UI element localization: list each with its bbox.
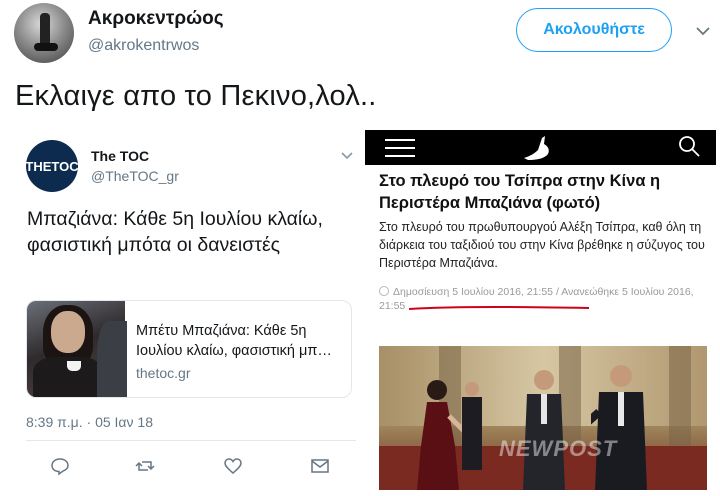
author-name[interactable]: Ακροκεντρώος — [88, 8, 224, 30]
follow-button[interactable]: Ακολουθήστε — [516, 8, 672, 52]
link-preview-domain: thetoc.gr — [136, 365, 191, 381]
envelope-icon — [311, 459, 329, 473]
heart-icon — [224, 458, 242, 474]
photo-man-background — [462, 382, 482, 470]
article-body: Στο πλευρό του πρωθυπουργού Αλέξη Τσίπρα… — [379, 220, 705, 270]
retweet-icon — [135, 461, 155, 471]
reply-icon — [51, 458, 69, 476]
link-preview-card: Μπέτυ Μπαζιάνα: Κάθε 5η Ιουλίου κλαίω, φ… — [26, 300, 352, 398]
toc-logo: THETOC — [25, 140, 79, 192]
article-photo: NEWPOST — [379, 346, 707, 490]
clock-icon — [379, 286, 389, 296]
photo-man-center — [523, 370, 565, 490]
search-icon — [679, 136, 700, 157]
link-preview-title: Μπέτυ Μπαζιάνα: Κάθε 5η Ιουλίου κλαίω, φ… — [136, 323, 332, 359]
quoted-tweet-timestamp: 8:39 π.μ. · 05 Ιαν 18 — [26, 414, 153, 430]
chevron-down-icon[interactable] — [694, 22, 712, 40]
avatar[interactable] — [14, 3, 74, 63]
quoted-author-name: The TOC — [91, 148, 150, 164]
author-handle[interactable]: @akrokentrwos — [88, 37, 199, 55]
avatar-shadow — [34, 43, 58, 51]
quoted-tweet-screenshot: THETOC The TOC @TheTOC_gr Μπαζιάνα: Κάθε… — [12, 130, 358, 496]
article-header-bar — [365, 130, 716, 165]
photo-watermark: NEWPOST — [499, 436, 618, 461]
photo-man-right — [591, 365, 647, 490]
chevron-down-icon — [341, 152, 353, 160]
hamburger-menu-icon — [385, 139, 415, 157]
red-underline — [409, 306, 589, 310]
article-screenshot: Στο πλευρό του Τσίπρα στην Κίνα η Περιστ… — [365, 130, 720, 496]
tweet-text: Εκλαιγε απο το Πεκινο,λολ.. — [15, 80, 377, 112]
quoted-author-handle: @TheTOC_gr — [91, 168, 179, 184]
quoted-tweet-text: Μπαζιάνα: Κάθε 5η Ιουλίου κλαίω, φασιστι… — [27, 208, 323, 256]
photo-woman — [417, 380, 465, 490]
pigeon-logo-icon — [524, 136, 549, 160]
link-preview-image — [27, 301, 127, 397]
divider — [26, 440, 356, 441]
article-title: Στο πλευρό του Τσίπρα στην Κίνα η Περιστ… — [379, 172, 661, 212]
